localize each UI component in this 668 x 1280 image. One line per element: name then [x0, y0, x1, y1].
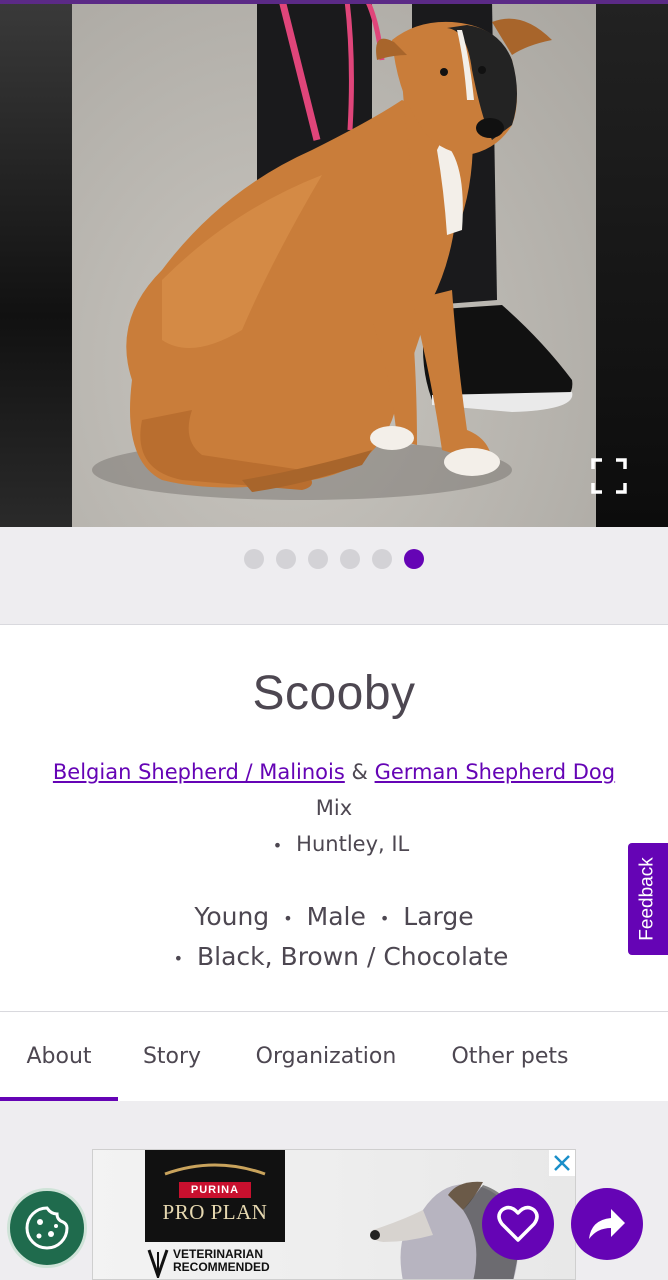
bullet-separator: •: [283, 908, 293, 928]
previous-photo-peek[interactable]: [0, 0, 72, 527]
breed-joiner: &: [351, 760, 368, 784]
pet-age: Young: [194, 902, 270, 931]
share-icon: [589, 1209, 625, 1239]
share-button[interactable]: [571, 1188, 643, 1260]
pagination-dot[interactable]: [372, 549, 392, 569]
mix-label: Mix: [315, 796, 353, 820]
pet-colors: Black, Brown / Chocolate: [197, 942, 509, 971]
tab-other-pets[interactable]: Other pets: [426, 1013, 594, 1101]
tab-about[interactable]: About: [0, 1013, 118, 1101]
pagination-dot[interactable]: [276, 549, 296, 569]
secondary-breed-link[interactable]: German Shepherd Dog: [375, 760, 616, 784]
ad-zone: PURINA PRO PLAN VETERINARIAN RECOMMENDED: [0, 1101, 668, 1280]
close-ad-button[interactable]: [549, 1150, 575, 1176]
carousel-pagination: [0, 527, 668, 625]
brand-swoosh-icon: [164, 1163, 266, 1176]
caduceus-icon: [147, 1249, 169, 1278]
feedback-tab[interactable]: Feedback: [628, 843, 668, 955]
expand-photo-button[interactable]: [590, 457, 628, 495]
close-icon: [554, 1155, 570, 1171]
bullet-separator: •: [173, 948, 184, 968]
primary-breed-link[interactable]: Belgian Shepherd / Malinois: [53, 760, 345, 784]
bullet-separator: •: [272, 835, 283, 855]
tab-organization[interactable]: Organization: [226, 1013, 426, 1101]
pet-size: Large: [403, 902, 474, 931]
pet-photo[interactable]: [72, 0, 596, 527]
top-accent-bar: [0, 0, 668, 4]
pet-location: Huntley, IL: [296, 832, 410, 856]
photo-carousel[interactable]: [0, 0, 668, 527]
pagination-dots: [0, 549, 668, 569]
tab-story[interactable]: Story: [118, 1013, 226, 1101]
ad-brand-small: PURINA: [179, 1182, 251, 1198]
ad-brand-large: PRO PLAN: [162, 1200, 268, 1224]
profile-tabs: About Story Organization Other pets: [0, 1013, 668, 1101]
feedback-label: Feedback: [637, 857, 659, 941]
pet-name: Scooby: [252, 667, 416, 720]
heart-icon: [497, 1205, 539, 1242]
ad-badge: VETERINARIAN RECOMMENDED: [173, 1248, 270, 1274]
ad-badge-line-2: RECOMMENDED: [173, 1260, 270, 1274]
bullet-separator: •: [379, 908, 390, 928]
pet-sex: Male: [306, 902, 366, 931]
expand-icon: [591, 458, 627, 494]
pagination-dot[interactable]: [308, 549, 328, 569]
pagination-dot[interactable]: [244, 549, 264, 569]
location-line: • Huntley, IL: [0, 832, 668, 856]
pet-attributes: Young • Male • Large: [0, 902, 668, 931]
pagination-dot-active[interactable]: [404, 549, 424, 569]
breed-line: Belgian Shepherd / Malinois & German She…: [0, 760, 668, 784]
favorite-button[interactable]: [482, 1188, 554, 1260]
pet-profile-card: Scooby Belgian Shepherd / Malinois & Ger…: [0, 626, 668, 1012]
dog-illustration: [92, 0, 573, 500]
next-photo-peek[interactable]: [596, 0, 668, 527]
ad-brand-block: PURINA PRO PLAN: [145, 1150, 285, 1242]
cookie-icon: [25, 1206, 69, 1250]
pet-colors-line: • Black, Brown / Chocolate: [0, 942, 668, 971]
cookie-settings-button[interactable]: [7, 1188, 87, 1268]
pagination-dot[interactable]: [340, 549, 360, 569]
